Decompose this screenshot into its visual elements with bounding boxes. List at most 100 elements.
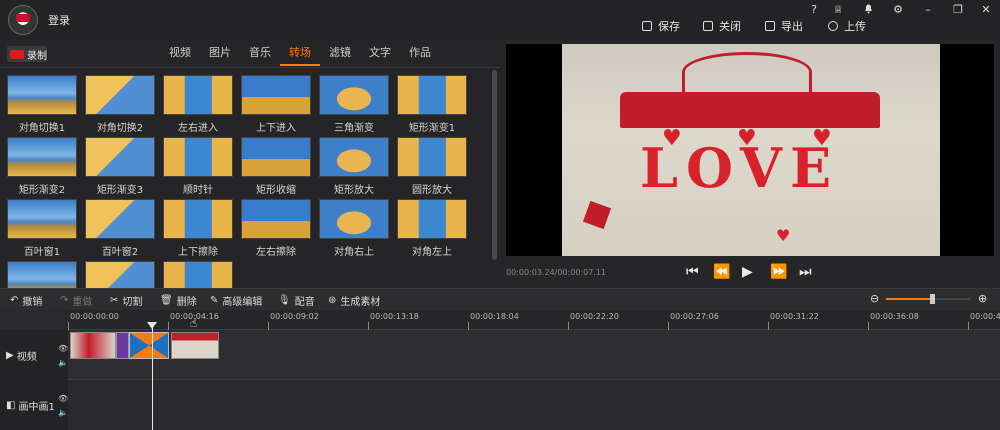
- tab-1[interactable]: 图片: [200, 46, 240, 66]
- save-label: 保存: [658, 20, 680, 33]
- vip-crown-icon[interactable]: ♕: [830, 3, 846, 16]
- video-clip[interactable]: [171, 332, 219, 359]
- toolbar-button-4[interactable]: ✎ 高级编辑: [210, 293, 262, 308]
- transition-item[interactable]: 矩形收缩: [241, 137, 311, 199]
- visibility-eye-icon[interactable]: 👁: [58, 394, 68, 403]
- transition-item[interactable]: 矩形渐变3: [85, 137, 155, 199]
- transition-item[interactable]: 顺时针: [163, 137, 233, 199]
- avatar[interactable]: [8, 5, 38, 35]
- zoom-out-icon[interactable]: ⊖: [870, 292, 879, 305]
- close-project-label: 关闭: [719, 20, 741, 33]
- record-icon: [10, 49, 24, 59]
- transition-thumbnail: [241, 75, 311, 115]
- record-button[interactable]: 录制: [7, 46, 47, 62]
- toolbar-label: 高级编辑: [222, 297, 263, 308]
- previous-frame-button[interactable]: ⏪: [713, 264, 730, 280]
- settings-gear-icon[interactable]: ⚙: [890, 3, 906, 16]
- transition-item[interactable]: 上下进入: [241, 75, 311, 137]
- next-frame-button[interactable]: ⏩: [770, 264, 787, 280]
- toolbar-label: 配音: [294, 297, 315, 308]
- transition-thumbnail: [85, 199, 155, 239]
- save-button[interactable]: 保存: [642, 19, 680, 33]
- help-icon[interactable]: ?: [806, 3, 822, 16]
- ruler-label: 00:00:09:02: [270, 312, 319, 321]
- login-link[interactable]: 登录: [48, 12, 70, 28]
- tab-0[interactable]: 视频: [160, 46, 200, 66]
- visibility-eye-icon[interactable]: 👁: [58, 344, 68, 353]
- preview-canvas: LOVE ♥ ♥ ♥ ♥: [506, 44, 994, 256]
- skip-to-end-button[interactable]: ⏭: [799, 264, 812, 280]
- track-headers: ▶ 视频 ◧ 画中画1 👁 🔈 👁 🔈: [0, 330, 68, 430]
- library-scrollbar[interactable]: [492, 70, 497, 260]
- transition-item[interactable]: 百叶窗2: [85, 199, 155, 261]
- transition-label: 顺时针: [183, 185, 213, 196]
- timeline-ruler[interactable]: 00:00:00:00 00:00:04:16 00:00:09:02 00:00:1…: [68, 310, 1000, 330]
- volume-icon[interactable]: 🔈: [58, 358, 68, 367]
- toolbar-button-0[interactable]: ↶ 撤销: [10, 293, 42, 308]
- toolbar-label: 重做: [72, 297, 93, 308]
- transition-thumbnail: [7, 75, 77, 115]
- zoom-in-icon[interactable]: ⊕: [978, 292, 987, 305]
- track-label: 画中画1: [18, 402, 55, 413]
- transition-label: 圆形放大: [412, 185, 452, 196]
- transition-item[interactable]: 百叶窗1: [7, 199, 77, 261]
- mic-icon: 🎙: [278, 295, 291, 306]
- transition-item[interactable]: 对角切换2: [85, 75, 155, 137]
- transition-item[interactable]: 对角切换1: [7, 75, 77, 137]
- transition-item[interactable]: 对角左上: [397, 199, 467, 261]
- transition-item[interactable]: 左右进入: [163, 75, 233, 137]
- notification-bell-icon[interactable]: [860, 3, 876, 17]
- zoom-slider-handle[interactable]: [930, 294, 935, 304]
- transition-item[interactable]: 对角右上: [319, 199, 389, 261]
- transition-item[interactable]: 矩形放大: [319, 137, 389, 199]
- transition-item[interactable]: 上下擦除: [163, 199, 233, 261]
- minimize-button[interactable]: –: [920, 3, 936, 16]
- transition-thumbnail: [163, 75, 233, 115]
- decoration-square: [582, 200, 612, 230]
- close-project-button[interactable]: 关闭: [703, 19, 741, 33]
- skip-to-start-button[interactable]: ⏮: [686, 264, 699, 280]
- tab-2[interactable]: 音乐: [240, 46, 280, 66]
- decoration-crown: [682, 52, 812, 92]
- play-box-icon: ▶: [6, 350, 14, 361]
- video-clip[interactable]: [70, 332, 116, 359]
- transition-item[interactable]: 矩形渐变1: [397, 75, 467, 137]
- transition-item[interactable]: 三角渐变: [319, 75, 389, 137]
- playhead[interactable]: [152, 322, 153, 430]
- pip-track[interactable]: [68, 380, 1000, 430]
- tab-6[interactable]: 作品: [400, 46, 440, 66]
- transition-item[interactable]: 圆形放大: [397, 137, 467, 199]
- ruler-label: 00:00:27:06: [670, 312, 719, 321]
- save-icon: [642, 21, 652, 31]
- transition-thumbnail: [319, 137, 389, 177]
- upload-button[interactable]: 上传: [828, 19, 866, 33]
- tab-divider: [0, 67, 500, 68]
- toolbar-button-6[interactable]: ⊛ 生成素材: [328, 293, 380, 308]
- undo-icon: ↶: [10, 295, 19, 306]
- toolbar-button-5[interactable]: 🎙 配音: [278, 293, 315, 308]
- timeline: 00:00:00:00 00:00:04:16 00:00:09:02 00:00:1…: [0, 310, 1000, 430]
- tab-3[interactable]: 转场: [280, 46, 320, 66]
- transition-grid: 对角切换1 对角切换2 左右进入 上下进入 三角渐变 矩形渐变1 矩形渐变2 矩形渐变3 顺时针…: [7, 75, 477, 323]
- transition-thumbnail: [241, 199, 311, 239]
- toolbar-button-3[interactable]: 🗑 删除: [160, 293, 197, 308]
- transition-thumbnail: [7, 199, 77, 239]
- maximize-button[interactable]: ❐: [950, 3, 966, 16]
- video-editor-app: 登录 ? ♕ ⚙ – ❐ ✕ 保存 关闭 导出 上传 录制 视频 图片 音乐 转…: [0, 0, 1000, 430]
- toolbar-button-1[interactable]: ↷ 重做: [60, 293, 92, 308]
- transition-marker[interactable]: [116, 332, 129, 359]
- video-track[interactable]: [68, 330, 1000, 380]
- tab-4[interactable]: 滤镜: [320, 46, 360, 66]
- transition-label: 矩形渐变2: [18, 185, 66, 196]
- transition-item[interactable]: 左右擦除: [241, 199, 311, 261]
- transition-item[interactable]: 矩形渐变2: [7, 137, 77, 199]
- transition-label: 对角切换2: [96, 123, 144, 134]
- toolbar-button-2[interactable]: ✂ 切割: [110, 293, 142, 308]
- close-window-button[interactable]: ✕: [978, 3, 994, 16]
- tab-5[interactable]: 文字: [360, 46, 400, 66]
- play-button[interactable]: ▶: [742, 264, 753, 280]
- export-button[interactable]: 导出: [765, 19, 803, 33]
- transition-clip[interactable]: [129, 332, 169, 359]
- volume-icon[interactable]: 🔈: [58, 408, 68, 417]
- transition-label: 百叶窗1: [23, 247, 61, 258]
